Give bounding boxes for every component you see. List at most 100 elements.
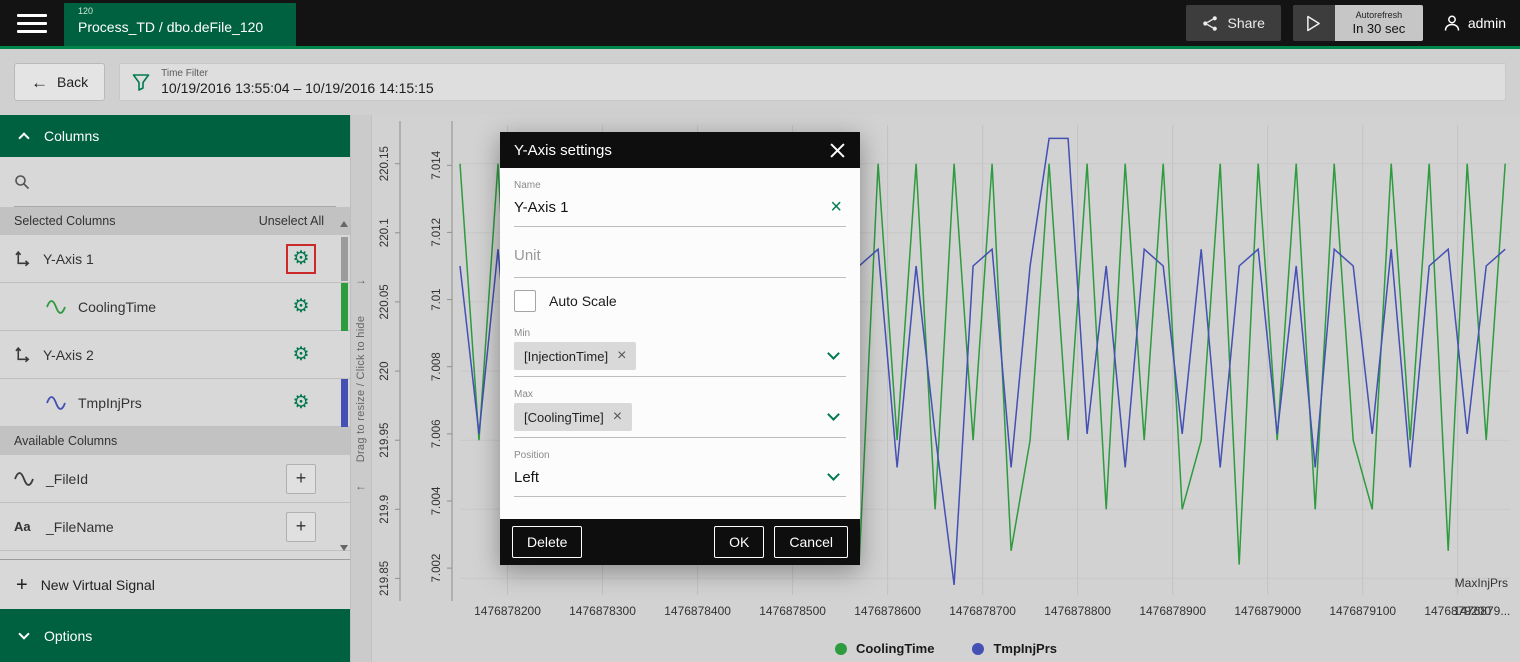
y-tick-label: 7.006 [431, 420, 443, 449]
available-column-filename[interactable]: Aa _FileName + [0, 503, 350, 551]
ok-button[interactable]: OK [714, 526, 764, 558]
legend-item-tmpinjprs[interactable]: TmpInjPrs [972, 641, 1057, 656]
gear-icon: ⚙ [292, 345, 309, 364]
auto-scale-checkbox[interactable] [514, 290, 536, 312]
coolingtime-settings-button[interactable]: ⚙ [286, 292, 316, 322]
plus-icon: + [16, 575, 28, 595]
auto-scale-label: Auto Scale [549, 293, 617, 309]
add-fileid-button[interactable]: + [286, 464, 316, 494]
y-axis-1-settings-button[interactable]: ⚙ [286, 244, 316, 274]
min-value-chip[interactable]: [InjectionTime] × [514, 342, 636, 370]
y-tick-label: 220.1 [379, 218, 391, 247]
coolingtime-scroll-mark [341, 283, 348, 331]
scroll-down-arrow[interactable] [340, 545, 348, 551]
chevron-up-icon [18, 132, 29, 143]
play-button[interactable] [1293, 5, 1335, 41]
x-tick-label: 1476878600 [854, 604, 921, 618]
x-tick-label: 1476878200 [474, 604, 541, 618]
series-label-maxinjprs: MaxInjPrs [1455, 576, 1508, 590]
dialog-footer: Delete OK Cancel [500, 519, 860, 565]
y-tick-label: 219.85 [379, 561, 391, 596]
tmpinjprs-scroll-mark [341, 379, 348, 427]
legend-item-coolingtime[interactable]: CoolingTime [835, 641, 934, 656]
back-button[interactable]: ← Back [14, 63, 105, 101]
chart-legend: CoolingTime TmpInjPrs [835, 641, 1057, 656]
available-column-fileid[interactable]: _FileId + [0, 455, 350, 503]
selected-column-y-axis-2[interactable]: Y-Axis 2 ⚙ [0, 331, 350, 379]
unit-input[interactable] [514, 245, 846, 266]
signal-wave-icon [46, 396, 66, 410]
selected-columns-header: Selected Columns Unselect All [0, 207, 350, 235]
chevron-down-icon [18, 628, 29, 639]
max-value-chip[interactable]: [CoolingTime] × [514, 403, 632, 431]
x-tick-label: 1476878900 [1139, 604, 1206, 618]
scroll-up-arrow[interactable] [340, 221, 348, 227]
menu-icon[interactable] [17, 14, 47, 33]
filter-icon [132, 73, 150, 91]
remove-chip-icon[interactable]: × [617, 348, 626, 364]
remove-chip-icon[interactable]: × [613, 409, 622, 425]
axis-icon [14, 250, 31, 267]
selected-columns-label: Selected Columns [14, 214, 115, 228]
scrollbar-thumb[interactable] [341, 237, 348, 281]
search-icon [14, 174, 30, 190]
clear-name-icon[interactable]: × [826, 197, 846, 217]
search-input[interactable] [39, 167, 336, 197]
back-arrow-icon: ← [31, 74, 48, 91]
name-field: Name × [514, 180, 846, 227]
unselect-all-button[interactable]: Unselect All [259, 214, 324, 228]
text-column-icon: Aa [14, 519, 34, 534]
sidebar-resize-handle[interactable]: → Drag to resize / Click to hide ← [350, 115, 372, 662]
columns-sidebar: Columns Selected Columns Unselect All Y-… [0, 115, 350, 662]
delete-button[interactable]: Delete [512, 526, 582, 558]
y-tick-label: 7.012 [431, 218, 443, 247]
user-menu[interactable]: admin [1435, 14, 1506, 32]
legend-label: TmpInjPrs [993, 641, 1057, 656]
x-tick-label: 1476878700 [949, 604, 1016, 618]
legend-dot-green [835, 643, 847, 655]
position-field: Position Left [514, 450, 846, 497]
plus-icon: + [296, 468, 307, 489]
tmpinjprs-settings-button[interactable]: ⚙ [286, 388, 316, 418]
gear-icon: ⚙ [292, 249, 309, 268]
active-dataset-tab[interactable]: 120 Process_TD / dbo.deFile_120 [64, 3, 296, 46]
max-field: Max [CoolingTime] × [514, 389, 846, 438]
options-panel-header[interactable]: Options [0, 609, 350, 662]
cancel-button[interactable]: Cancel [774, 526, 848, 558]
axis-icon [14, 346, 31, 363]
x-tick-label: 1476878400 [664, 604, 731, 618]
name-input[interactable] [514, 197, 826, 218]
time-filter[interactable]: Time Filter 10/19/2016 13:55:04 – 10/19/… [119, 63, 1506, 101]
y-axis-2-settings-button[interactable]: ⚙ [286, 340, 316, 370]
back-label: Back [57, 74, 88, 90]
chevron-down-icon[interactable] [827, 468, 840, 481]
gear-icon: ⚙ [292, 393, 309, 412]
autorefresh-group: Autorefresh In 30 sec [1293, 5, 1423, 41]
autorefresh-status[interactable]: Autorefresh In 30 sec [1335, 5, 1423, 41]
sidebar-scrollbar [340, 211, 349, 559]
y-tick-label: 220.05 [379, 284, 391, 319]
column-label: _FileId [46, 471, 286, 487]
share-button[interactable]: Share [1186, 5, 1281, 41]
topbar: 120 Process_TD / dbo.deFile_120 Share Au… [0, 0, 1520, 46]
columns-panel-header[interactable]: Columns [0, 115, 350, 157]
y-tick-label: 7.004 [431, 486, 443, 515]
dialog-header: Y-Axis settings [500, 132, 860, 168]
chevron-down-icon[interactable] [827, 347, 840, 360]
dialog-body: Name × Auto Scale Min [InjectionT [500, 168, 860, 519]
y-tick-label: 7.002 [431, 554, 443, 583]
new-virtual-signal-button[interactable]: + New Virtual Signal [0, 559, 350, 609]
add-filename-button[interactable]: + [286, 512, 316, 542]
options-header-label: Options [44, 628, 92, 644]
available-columns-header: Available Columns [0, 427, 350, 455]
selected-column-y-axis-1[interactable]: Y-Axis 1 ⚙ [0, 235, 350, 283]
user-icon [1443, 14, 1461, 32]
available-columns-label: Available Columns [14, 434, 117, 448]
selected-column-coolingtime[interactable]: CoolingTime ⚙ [0, 283, 350, 331]
chevron-down-icon[interactable] [827, 408, 840, 421]
selected-column-tmpinjprs[interactable]: TmpInjPrs ⚙ [0, 379, 350, 427]
close-icon[interactable] [822, 135, 852, 165]
y-axis-settings-dialog: Y-Axis settings Name × Auto Scale [500, 132, 860, 565]
min-label: Min [514, 328, 846, 339]
position-select[interactable]: Left [514, 469, 539, 486]
